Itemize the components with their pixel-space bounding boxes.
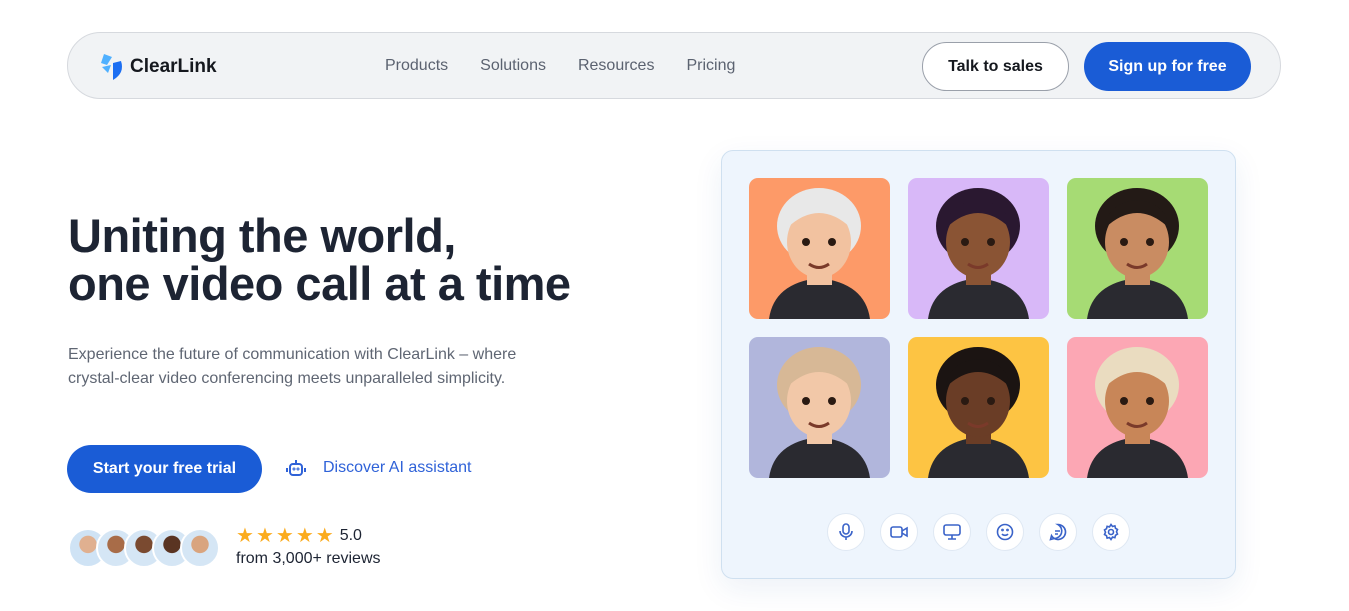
settings-button[interactable] — [1092, 513, 1130, 551]
brand-name: ClearLink — [130, 56, 217, 77]
star-icon: ★ — [275, 525, 294, 547]
review-count: from 3,000+ reviews — [236, 550, 381, 567]
participant-avatar — [928, 188, 1029, 319]
participant-tile[interactable] — [749, 337, 890, 478]
rating-score: 5.0 — [339, 527, 362, 544]
nav-resources[interactable]: Resources — [578, 57, 654, 75]
participant-tile[interactable] — [908, 337, 1049, 478]
hero-title: Uniting the world, one video call at a ti… — [68, 212, 571, 308]
camera-icon — [890, 526, 908, 538]
participant-avatar — [769, 347, 870, 478]
video-call-preview — [721, 150, 1236, 579]
star-icon: ★ — [315, 525, 334, 547]
title-line-2: one video call at a time — [68, 257, 571, 310]
participant-tile[interactable] — [908, 178, 1049, 319]
talk-to-sales-button[interactable]: Talk to sales — [922, 42, 1069, 91]
chat-button[interactable] — [1039, 513, 1077, 551]
participant-avatar — [1087, 347, 1188, 478]
hero-subtitle: Experience the future of communication w… — [68, 346, 517, 387]
reviewer-avatars — [68, 528, 220, 568]
top-nav: ClearLink Products Solutions Resources P… — [67, 32, 1281, 99]
emoji-button[interactable] — [986, 513, 1024, 551]
nav-solutions[interactable]: Solutions — [480, 57, 546, 75]
clearlink-logo-icon — [101, 54, 122, 80]
microphone-icon — [839, 523, 853, 540]
camera-button[interactable] — [880, 513, 918, 551]
brand-logo[interactable]: ClearLink — [99, 53, 217, 81]
rating: ★ ★ ★ ★ ★ 5.0 from 3,000+ reviews — [236, 526, 381, 568]
participant-avatar — [928, 347, 1029, 478]
microphone-button[interactable] — [827, 513, 865, 551]
participant-tile[interactable] — [1067, 337, 1208, 478]
chat-icon — [1049, 523, 1067, 541]
gear-icon — [1103, 523, 1119, 541]
smiley-icon — [996, 523, 1014, 541]
ai-link-label: Discover AI assistant — [323, 459, 472, 476]
nav-products[interactable]: Products — [385, 57, 448, 75]
star-icon: ★ — [295, 525, 314, 547]
avatar — [180, 528, 220, 568]
nav-pricing[interactable]: Pricing — [686, 57, 735, 75]
robot-icon — [286, 460, 306, 476]
monitor-icon — [943, 524, 961, 540]
star-icon: ★ — [236, 525, 254, 547]
participant-avatar — [1087, 188, 1188, 319]
participant-avatar — [769, 188, 870, 319]
participant-tile[interactable] — [749, 178, 890, 319]
star-icon: ★ — [255, 525, 274, 547]
start-free-trial-button[interactable]: Start your free trial — [67, 445, 262, 493]
participant-tile[interactable] — [1067, 178, 1208, 319]
discover-ai-link[interactable]: Discover AI assistant — [286, 459, 472, 477]
sign-up-button[interactable]: Sign up for free — [1084, 42, 1251, 91]
screen-share-button[interactable] — [933, 513, 971, 551]
title-line-1: Uniting the world, — [68, 209, 456, 262]
